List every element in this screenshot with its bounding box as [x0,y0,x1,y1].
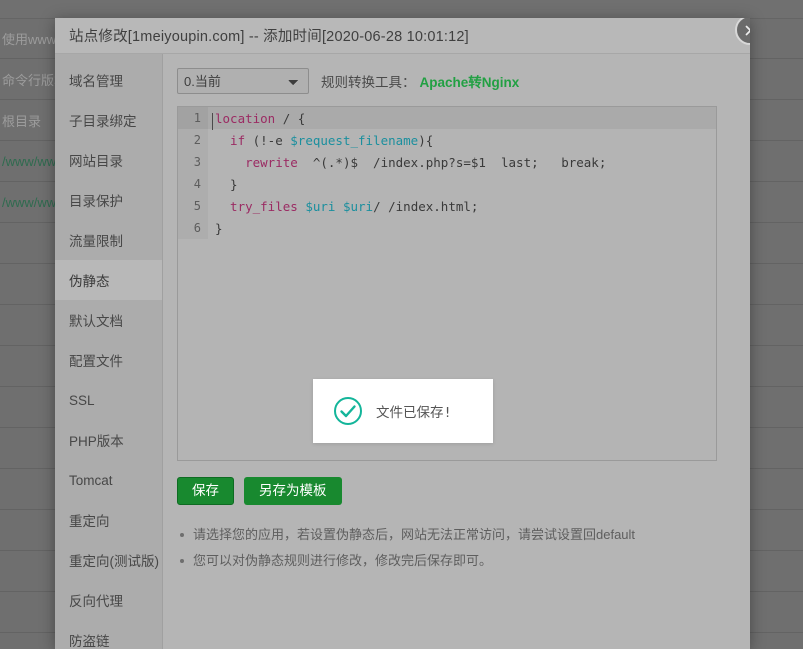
code-line: 6} [178,217,716,239]
code-line: 2 if (!-e $request_filename){ [178,129,716,151]
code-line: 3 rewrite ^(.*)$ /index.php?s=$1 last; b… [178,151,716,173]
code-token: $uri $uri [305,198,374,214]
save-button[interactable]: 保存 [177,477,234,505]
code-token: } [215,220,223,236]
hint-list: 请选择您的应用，若设置伪静态后，网站无法正常访问，请尝试设置回default 您可… [177,527,734,569]
code-line: 5 try_files $uri $uri/ /index.html; [178,195,716,217]
site-edit-modal: 站点修改[1meiyoupin.com] -- 添加时间[2020-06-28 … [55,18,750,649]
sidebar-item-label: 流量限制 [69,234,123,249]
sidebar-item-label: 防盗链 [69,634,110,649]
modal-header: 站点修改[1meiyoupin.com] -- 添加时间[2020-06-28 … [55,18,750,54]
background-cell-text: 根目录 [2,113,42,129]
code-text: } [208,221,223,236]
code-token: location [215,110,276,126]
sidebar-item-label: 重定向 [69,514,110,529]
code-token: / { [275,110,306,126]
rewrite-rule-editor[interactable]: 1 location / {2 if (!-e $request_filename… [177,106,717,461]
sidebar-item-label: 默认文档 [69,314,123,329]
sidebar-item-label: SSL [69,392,95,408]
background-path-link[interactable]: /www/ww [0,154,56,169]
modal-sidebar: 域名管理子目录绑定网站目录目录保护流量限制伪静态默认文档配置文件 SSL PHP版本… [55,54,163,649]
code-token: (!-e [245,132,291,148]
code-text: location / { [208,110,306,130]
sidebar-item-域名管理[interactable]: 域名管理 [55,60,162,100]
sidebar-item-label: 目录保护 [69,194,123,209]
code-token: rewrite [215,154,298,170]
sidebar-item-默认文档[interactable]: 默认文档 [55,300,162,340]
sidebar-item-重定向(测试版)[interactable]: 重定向(测试版) [55,540,162,580]
code-line: 1 location / { [178,107,716,130]
sidebar-item-Tomcat[interactable]: Tomcat [55,460,162,500]
line-number: 4 [178,173,208,195]
sidebar-item-label: 重定向(测试版) [69,554,159,569]
sidebar-item-重定向[interactable]: 重定向 [55,500,162,540]
check-circle-icon [334,397,362,425]
code-line: 4 } [178,173,716,195]
sidebar-item-伪静态[interactable]: 伪静态 [55,260,162,300]
action-buttons: 保存 另存为模板 [177,477,734,505]
code-token: ){ [418,132,434,148]
code-token: } [215,176,238,192]
code-text: try_files $uri $uri/ /index.html; [208,199,478,214]
code-token: / /index.html; [373,198,479,214]
apache-to-nginx-link[interactable]: Apache转Nginx [420,71,520,91]
code-token: ^(.*)$ /index.php?s=$1 last; break; [297,154,607,170]
rule-preset-select[interactable]: 0.当前 [177,68,309,94]
code-token: try_files [215,198,298,214]
hint-item: 请选择您的应用，若设置伪静态后，网站无法正常访问，请尝试设置回default [177,527,734,543]
sidebar-item-子目录绑定[interactable]: 子目录绑定 [55,100,162,140]
background-path-link[interactable]: /www/ww [0,195,56,210]
close-glyph [745,25,750,35]
sidebar-item-label: Tomcat [69,472,113,488]
line-number: 1 [178,107,208,129]
modal-content: 0.当前 规则转换工具： Apache转Nginx 1 location / {2… [163,54,750,649]
save-as-template-button[interactable]: 另存为模板 [244,477,342,505]
sidebar-item-配置文件[interactable]: 配置文件 [55,340,162,380]
modal-title: 站点修改[1meiyoupin.com] -- 添加时间[2020-06-28 … [69,29,469,45]
sidebar-item-label: 伪静态 [69,274,110,289]
sidebar-item-label: 域名管理 [69,74,123,89]
sidebar-item-label: 反向代理 [69,594,123,609]
rewrite-toolbar: 0.当前 规则转换工具： Apache转Nginx [177,68,734,94]
line-number: 6 [178,217,208,239]
line-number: 3 [178,151,208,173]
code-text: if (!-e $request_filename){ [208,133,433,148]
converter-label: 规则转换工具： [321,75,416,90]
modal-body: 域名管理子目录绑定网站目录目录保护流量限制伪静态默认文档配置文件 SSL PHP版本… [55,54,750,649]
sidebar-item-目录保护[interactable]: 目录保护 [55,180,162,220]
code-text: } [208,177,238,192]
sidebar-item-label: PHP版本 [69,434,124,449]
toast-message: 文件已保存! [376,405,452,421]
code-token: $request_filename [290,132,419,148]
sidebar-item-流量限制[interactable]: 流量限制 [55,220,162,260]
hint-item: 您可以对伪静态规则进行修改，修改完后保存即可。 [177,553,734,569]
sidebar-item-网站目录[interactable]: 网站目录 [55,140,162,180]
sidebar-item-label: 配置文件 [69,354,123,369]
background-topbar [0,0,803,19]
saved-toast: 文件已保存! [313,379,493,443]
line-number: 2 [178,129,208,151]
sidebar-item-label: 子目录绑定 [69,114,137,129]
sidebar-item-label: 网站目录 [69,154,123,169]
sidebar-item-PHP版本[interactable]: PHP版本 [55,420,162,460]
sidebar-item-防盗链[interactable]: 防盗链 [55,620,162,649]
code-text: rewrite ^(.*)$ /index.php?s=$1 last; bre… [208,155,606,170]
sidebar-item-SSL[interactable]: SSL [55,380,162,420]
line-number: 5 [178,195,208,217]
sidebar-item-反向代理[interactable]: 反向代理 [55,580,162,620]
code-token: if [215,132,246,148]
